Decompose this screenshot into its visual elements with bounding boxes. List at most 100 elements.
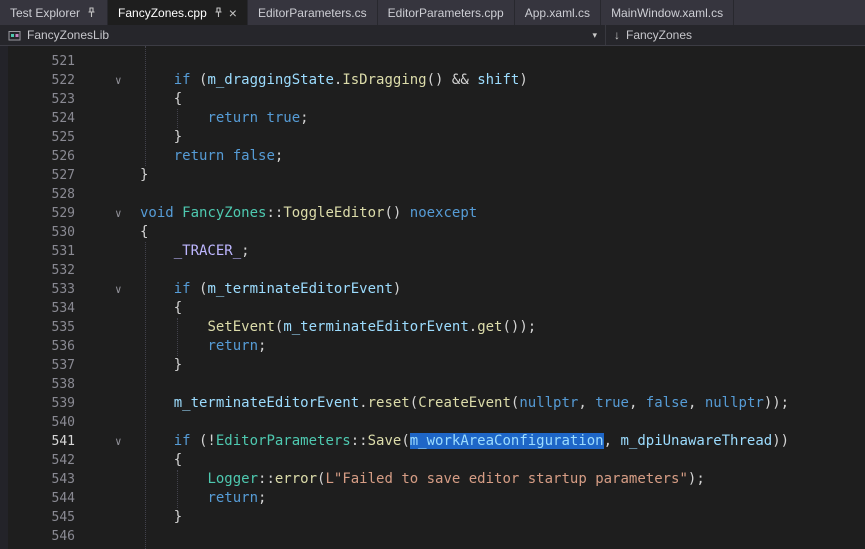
tab-editorparameters-cs[interactable]: EditorParameters.cs (248, 0, 378, 25)
token: true (595, 395, 629, 411)
line-number[interactable]: 527 (0, 166, 75, 185)
document-tab-bar: Test ExplorerFancyZones.cpp×EditorParame… (0, 0, 865, 25)
tab-editorparameters-cpp[interactable]: EditorParameters.cpp (378, 0, 515, 25)
chevron-down-icon: ▾ (592, 30, 597, 41)
line-number[interactable]: 544 (0, 489, 75, 508)
line-number[interactable]: 528 (0, 185, 75, 204)
project-icon (8, 29, 21, 42)
code-line[interactable]: 546 (0, 527, 865, 546)
fold-margin (75, 128, 140, 147)
line-number[interactable]: 536 (0, 337, 75, 356)
tab-test-explorer[interactable]: Test Explorer (0, 0, 108, 25)
code-line[interactable]: 536 return; (0, 337, 865, 356)
tab-mainwindow-xaml-cs[interactable]: MainWindow.xaml.cs (601, 0, 734, 25)
project-dropdown[interactable]: FancyZonesLib ▾ (0, 25, 606, 45)
line-number[interactable]: 521 (0, 52, 75, 71)
token: m_terminateEditorEvent (207, 281, 392, 297)
code-line[interactable]: 521 (0, 52, 865, 71)
line-number[interactable]: 532 (0, 261, 75, 280)
token: m_terminateEditorEvent (283, 319, 468, 335)
code-line[interactable]: 540 (0, 413, 865, 432)
code-line[interactable]: 524 return true; (0, 109, 865, 128)
line-number[interactable]: 542 (0, 451, 75, 470)
token: ( (191, 72, 208, 88)
code-line[interactable]: 526 return false; (0, 147, 865, 166)
pin-icon[interactable] (213, 7, 224, 18)
code-text: _TRACER_; (140, 242, 250, 261)
token: if (174, 433, 191, 449)
token: return (207, 338, 258, 354)
code-line[interactable]: 527} (0, 166, 865, 185)
line-number[interactable]: 545 (0, 508, 75, 527)
tab-label: EditorParameters.cpp (388, 6, 504, 20)
fold-margin: ∨ (75, 204, 140, 223)
fold-chevron-icon[interactable]: ∨ (115, 432, 122, 451)
code-text: } (140, 166, 148, 185)
code-line[interactable]: 537 } (0, 356, 865, 375)
line-number[interactable]: 541 (0, 432, 75, 451)
code-line[interactable]: 541∨ if (!EditorParameters::Save(m_workA… (0, 432, 865, 451)
token: EditorParameters (216, 433, 351, 449)
code-line[interactable]: 534 { (0, 299, 865, 318)
token: } (140, 357, 182, 373)
fold-margin (75, 299, 140, 318)
line-number[interactable]: 540 (0, 413, 75, 432)
token: error (275, 471, 317, 487)
pin-icon[interactable] (86, 7, 97, 18)
token: m_draggingState (207, 72, 333, 88)
line-number[interactable]: 539 (0, 394, 75, 413)
line-number[interactable]: 530 (0, 223, 75, 242)
fold-chevron-icon[interactable]: ∨ (115, 280, 122, 299)
line-number[interactable]: 525 (0, 128, 75, 147)
code-line[interactable]: 539 m_terminateEditorEvent.reset(CreateE… (0, 394, 865, 413)
line-number[interactable]: 543 (0, 470, 75, 489)
code-line[interactable]: 532 (0, 261, 865, 280)
code-line[interactable]: 535 SetEvent(m_terminateEditorEvent.get(… (0, 318, 865, 337)
fold-chevron-icon[interactable]: ∨ (115, 71, 122, 90)
line-number[interactable]: 529 (0, 204, 75, 223)
code-text: return; (140, 489, 266, 508)
line-number[interactable]: 535 (0, 318, 75, 337)
line-number[interactable]: 534 (0, 299, 75, 318)
line-number[interactable]: 526 (0, 147, 75, 166)
code-line[interactable]: 543 Logger::error(L"Failed to save edito… (0, 470, 865, 489)
scope-dropdown[interactable]: ↓ FancyZones (606, 25, 700, 45)
code-line[interactable]: 523 { (0, 90, 865, 109)
fold-chevron-icon[interactable]: ∨ (115, 204, 122, 223)
token: ToggleEditor (283, 205, 384, 221)
line-number[interactable]: 524 (0, 109, 75, 128)
close-icon[interactable]: × (229, 6, 237, 20)
line-number[interactable]: 533 (0, 280, 75, 299)
code-line[interactable]: 538 (0, 375, 865, 394)
token: :: (258, 471, 275, 487)
token: { (140, 91, 182, 107)
code-line[interactable]: 530{ (0, 223, 865, 242)
code-line[interactable]: 525 } (0, 128, 865, 147)
code-line[interactable]: 544 return; (0, 489, 865, 508)
token: m_dpiUnawareThread (620, 433, 772, 449)
code-line[interactable]: 529∨void FancyZones::ToggleEditor() noex… (0, 204, 865, 223)
fold-margin (75, 356, 140, 375)
code-line[interactable]: 522∨ if (m_draggingState.IsDragging() &&… (0, 71, 865, 90)
line-number[interactable]: 538 (0, 375, 75, 394)
code-editor[interactable]: 520521522∨ if (m_draggingState.IsDraggin… (0, 46, 865, 549)
line-number[interactable]: 523 (0, 90, 75, 109)
line-number[interactable]: 531 (0, 242, 75, 261)
tab-fancyzones-cpp[interactable]: FancyZones.cpp× (108, 0, 248, 25)
code-lines: 520521522∨ if (m_draggingState.IsDraggin… (0, 46, 865, 546)
code-line[interactable]: 528 (0, 185, 865, 204)
token: m_terminateEditorEvent (174, 395, 359, 411)
line-number[interactable]: 522 (0, 71, 75, 90)
code-line[interactable]: 533∨ if (m_terminateEditorEvent) (0, 280, 865, 299)
code-line[interactable]: 545 } (0, 508, 865, 527)
line-number[interactable]: 546 (0, 527, 75, 546)
token: true (266, 110, 300, 126)
token (140, 110, 207, 126)
token: void (140, 205, 174, 221)
line-number[interactable]: 537 (0, 356, 75, 375)
fold-margin (75, 52, 140, 71)
code-line[interactable]: 531 _TRACER_; (0, 242, 865, 261)
code-line[interactable]: 542 { (0, 451, 865, 470)
fold-margin (75, 489, 140, 508)
tab-app-xaml-cs[interactable]: App.xaml.cs (515, 0, 601, 25)
